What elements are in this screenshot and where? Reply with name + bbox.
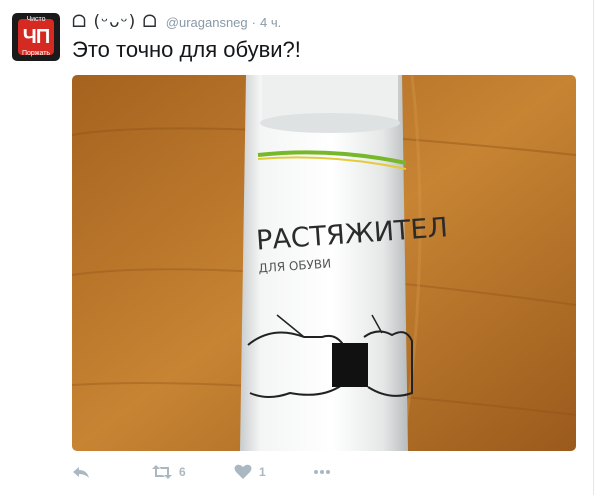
like-count: 1 bbox=[259, 465, 266, 479]
more-icon bbox=[314, 470, 330, 474]
separator: · bbox=[251, 14, 256, 30]
retweet-count: 6 bbox=[179, 465, 186, 479]
avatar-bottom-text: Поржать bbox=[21, 50, 51, 57]
like-button[interactable]: 1 bbox=[234, 462, 266, 482]
timestamp[interactable]: 4 ч. bbox=[260, 15, 281, 30]
tweet: Чисто ЧП Поржать ᗝ (ᵕᴗᵕ) ᗝ @uragansneg ·… bbox=[0, 0, 594, 495]
user-handle[interactable]: @uragansneg bbox=[166, 15, 248, 30]
heart-icon bbox=[234, 464, 252, 479]
tweet-actions: 6 1 bbox=[72, 462, 372, 482]
reply-button[interactable] bbox=[72, 462, 90, 482]
avatar[interactable]: Чисто ЧП Поржать bbox=[12, 13, 60, 61]
more-button[interactable] bbox=[313, 462, 331, 482]
display-name[interactable]: ᗝ (ᵕᴗᵕ) ᗝ bbox=[72, 12, 158, 32]
avatar-monogram: ЧП bbox=[22, 26, 50, 48]
avatar-top-text: Чисто bbox=[26, 16, 46, 23]
tweet-header: ᗝ (ᵕᴗᵕ) ᗝ @uragansneg · 4 ч. bbox=[72, 12, 281, 32]
retweet-icon bbox=[152, 465, 172, 479]
tweet-text: Это точно для обуви?! bbox=[72, 37, 301, 62]
reply-icon bbox=[73, 467, 89, 478]
photo-image: РАСТЯЖИТЕЛ ДЛЯ ОБУВИ bbox=[72, 75, 576, 451]
tweet-photo[interactable]: РАСТЯЖИТЕЛ ДЛЯ ОБУВИ bbox=[72, 75, 576, 451]
retweet-button[interactable]: 6 bbox=[152, 462, 186, 482]
